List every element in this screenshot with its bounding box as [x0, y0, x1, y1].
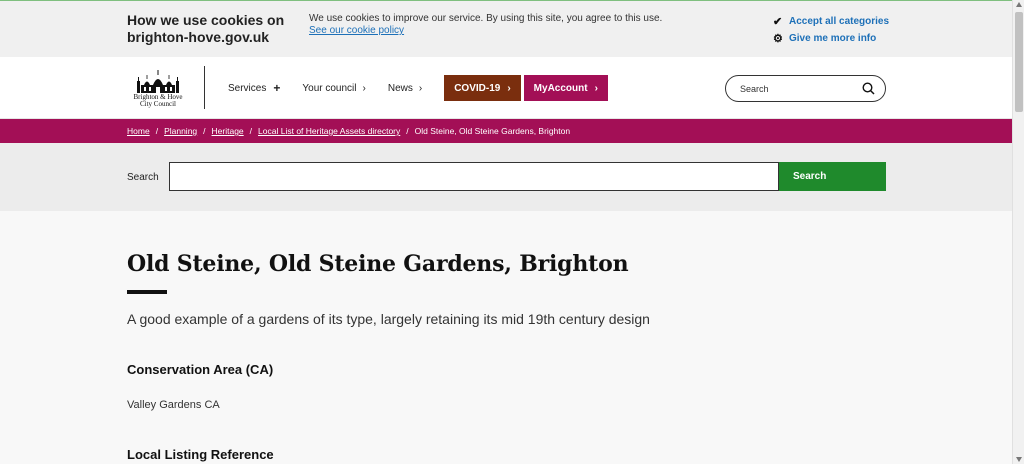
page: How we use cookies on brighton-hove.gov.…: [0, 0, 1012, 464]
cookie-message-text: We use cookies to improve our service. B…: [309, 13, 663, 24]
breadcrumb-separator: /: [203, 126, 206, 136]
cookie-banner-title: How we use cookies on brighton-hove.gov.…: [127, 12, 285, 45]
nav-your-council-label: Your council: [302, 82, 357, 94]
chevron-right-icon: ›: [418, 82, 423, 94]
myaccount-button[interactable]: MyAccount ›: [523, 75, 608, 101]
site-header: Brighton & Hove City Council Services + …: [0, 57, 1012, 119]
breadcrumb-planning[interactable]: Planning: [164, 126, 197, 136]
chevron-right-icon: ›: [362, 82, 366, 94]
main-nav: Services + Your council › News › COVID-1…: [228, 75, 608, 101]
scroll-up-icon[interactable]: [1016, 2, 1022, 7]
myaccount-button-label: MyAccount: [533, 82, 588, 94]
covid-button[interactable]: COVID-19 ›: [444, 75, 521, 101]
nav-news[interactable]: News ›: [388, 75, 422, 101]
gear-icon: ⚙: [773, 32, 783, 45]
breadcrumb-heritage[interactable]: Heritage: [212, 126, 244, 136]
cookie-policy-link[interactable]: See our cookie policy: [309, 25, 662, 37]
page-title: Old Steine, Old Steine Gardens, Brighton: [127, 251, 629, 277]
chevron-right-icon: ›: [594, 82, 598, 94]
scroll-down-icon[interactable]: [1016, 457, 1022, 462]
search-icon[interactable]: [862, 82, 875, 95]
accept-cookies-label: Accept all categories: [789, 15, 890, 27]
main-content: Old Steine, Old Steine Gardens, Brighton…: [0, 211, 1012, 464]
directory-search-input[interactable]: [169, 162, 779, 191]
page-summary: A good example of a gardens of its type,…: [127, 311, 650, 327]
conservation-area-value: Valley Gardens CA: [127, 399, 220, 411]
breadcrumb-separator: /: [155, 126, 159, 136]
directory-search-button[interactable]: Search: [779, 162, 886, 191]
cookie-banner-message: We use cookies to improve our service. B…: [309, 13, 662, 37]
breadcrumb-current: Old Steine, Old Steine Gardens, Brighton: [414, 126, 571, 136]
pavilion-logo-icon: [137, 70, 179, 93]
conservation-area-heading: Conservation Area (CA): [127, 362, 274, 377]
breadcrumb: Home / Planning / Heritage / Local List …: [0, 119, 1012, 143]
title-underline: [127, 290, 167, 294]
header-search: [725, 75, 886, 102]
vertical-scrollbar[interactable]: [1012, 0, 1024, 464]
covid-button-label: COVID-19: [454, 82, 501, 94]
local-listing-heading: Local Listing Reference: [127, 447, 274, 462]
council-logo[interactable]: Brighton & Hove City Council: [127, 67, 189, 109]
accept-cookies-button[interactable]: ✔ Accept all categories: [773, 13, 889, 29]
cookie-banner: How we use cookies on brighton-hove.gov.…: [0, 0, 1012, 57]
more-info-button[interactable]: ⚙ Give me more info: [773, 30, 889, 46]
breadcrumb-separator: /: [406, 126, 409, 136]
breadcrumb-separator: /: [249, 126, 253, 136]
more-info-label: Give me more info: [789, 32, 877, 44]
logo-line-2: City Council: [140, 100, 176, 108]
breadcrumb-local-list[interactable]: Local List of Heritage Assets directory: [258, 126, 400, 136]
logo-wordmark: Brighton & Hove City Council: [127, 94, 189, 108]
plus-icon: +: [273, 81, 281, 95]
chevron-right-icon: ›: [507, 82, 511, 94]
logo-divider: [204, 66, 205, 109]
nav-services[interactable]: Services +: [228, 75, 280, 101]
nav-your-council[interactable]: Your council ›: [302, 75, 365, 101]
nav-services-label: Services: [228, 82, 267, 94]
nav-news-label: News: [387, 82, 413, 94]
cookie-actions: ✔ Accept all categories ⚙ Give me more i…: [773, 13, 889, 47]
header-search-input[interactable]: [740, 83, 850, 94]
scroll-thumb[interactable]: [1015, 12, 1023, 112]
breadcrumb-home[interactable]: Home: [127, 126, 150, 136]
check-icon: ✔: [773, 15, 783, 28]
directory-search: Search Search: [0, 143, 1012, 211]
directory-search-label: Search: [127, 172, 159, 183]
